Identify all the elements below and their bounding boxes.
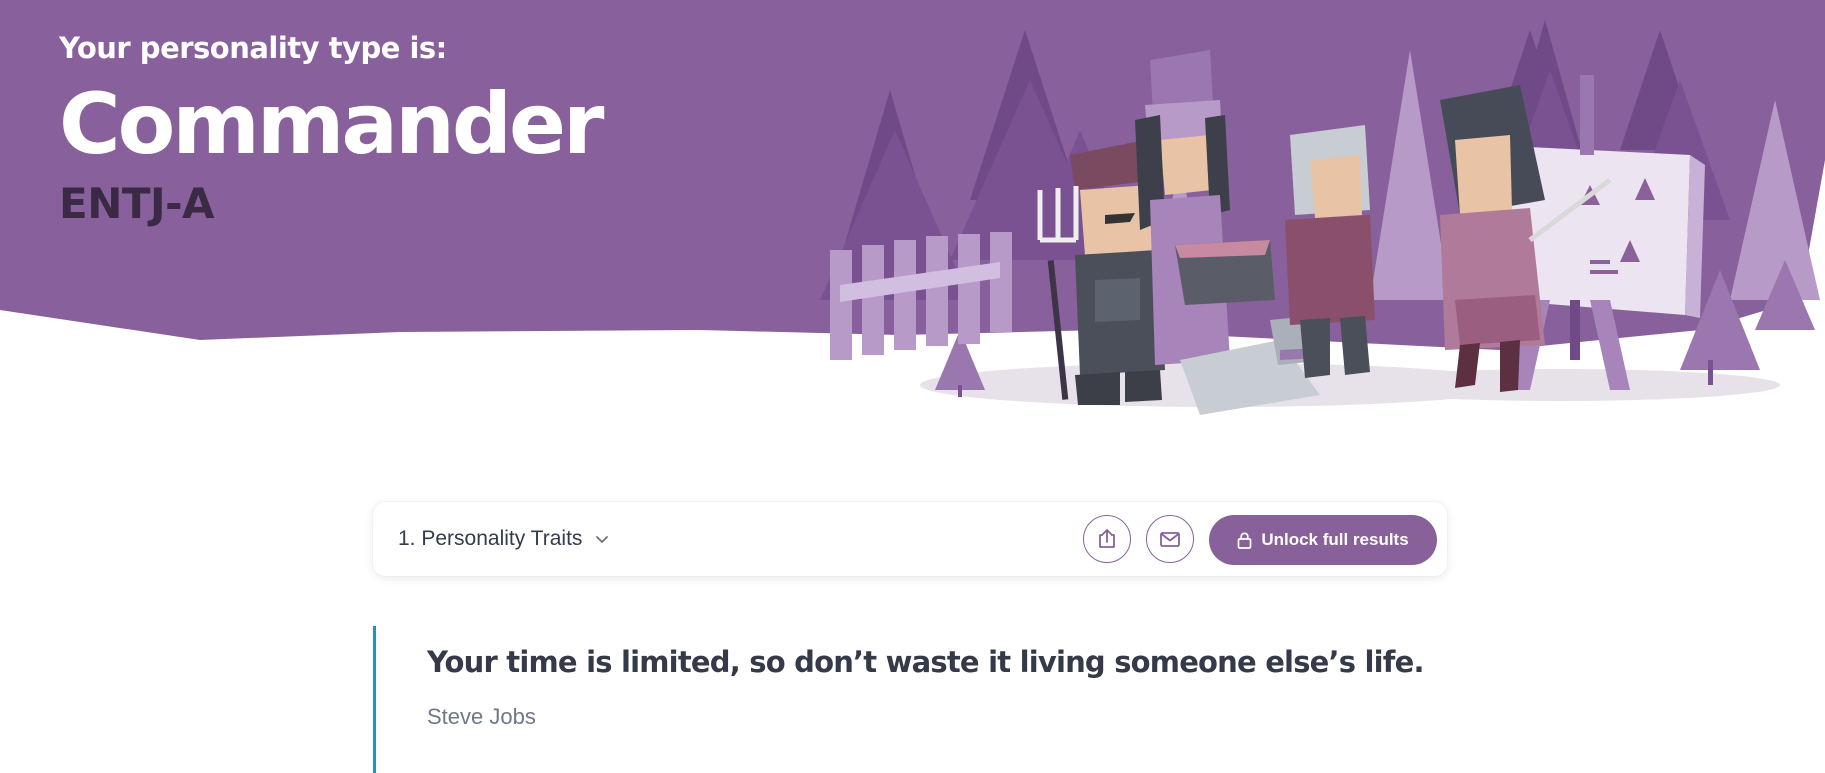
intro-text: Your personality type is:	[59, 31, 447, 65]
results-page: Your personality type is: Commander ENTJ…	[0, 0, 1825, 773]
unlock-full-results-button[interactable]: Unlock full results	[1209, 515, 1437, 565]
section-dropdown[interactable]: 1. Personality Traits	[398, 502, 610, 576]
email-button[interactable]	[1146, 515, 1194, 563]
chevron-down-icon	[596, 536, 609, 543]
quote-block: Your time is limited, so don’t waste it …	[373, 626, 1447, 773]
share-icon	[1099, 529, 1115, 548]
hero-illustration	[820, 20, 1820, 415]
hero-heading: Your personality type is: Commander ENTJ…	[59, 28, 604, 230]
section-dropdown-label: 1. Personality Traits	[398, 527, 583, 550]
share-button[interactable]	[1083, 515, 1131, 563]
quote-author: Steve Jobs	[427, 704, 536, 729]
mail-icon	[1160, 532, 1180, 547]
unlock-button-label: Unlock full results	[1261, 530, 1409, 549]
lock-icon	[1237, 532, 1252, 549]
quote-text: Your time is limited, so don’t waste it …	[427, 645, 1425, 679]
personality-type-code: ENTJ-A	[59, 179, 215, 228]
personality-type-name: Commander	[59, 75, 604, 173]
results-toolbar: 1. Personality Traits Unlock full result…	[373, 502, 1447, 576]
